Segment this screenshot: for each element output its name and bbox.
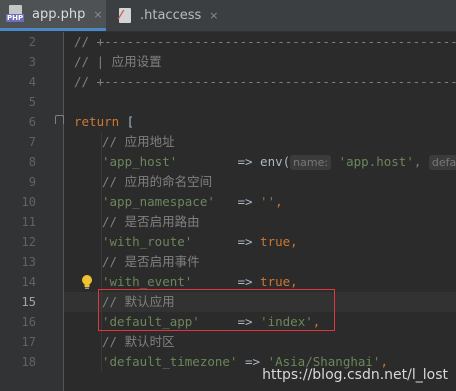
line-number: 6 <box>28 115 36 129</box>
code-line: // +------------------------------------… <box>74 34 456 49</box>
line-number: 9 <box>28 175 36 189</box>
line-number: 2 <box>28 35 36 49</box>
highlight-box <box>98 289 335 331</box>
line-number: 5 <box>28 95 36 109</box>
line-number: 3 <box>28 55 36 69</box>
parameter-hint: defau <box>428 155 456 170</box>
code-line: 'app_namespace' => '', <box>102 194 283 209</box>
line-number: 13 <box>21 255 36 269</box>
php-file-icon: PHP <box>6 5 26 23</box>
line-number: 4 <box>28 75 36 89</box>
tab-label: app.php <box>32 6 86 22</box>
fold-marker-icon[interactable] <box>55 115 64 124</box>
parameter-hint: name: <box>290 155 332 170</box>
line-number: 11 <box>21 215 36 229</box>
code-line: // +------------------------------------… <box>74 74 456 89</box>
line-number: 14 <box>21 275 36 289</box>
close-icon[interactable]: × <box>209 9 218 22</box>
code-line: // 应用的命名空间 <box>102 174 213 189</box>
code-line: 'app_host' => env(name: 'app.host', defa… <box>102 152 456 172</box>
editor-tab-bar: PHP app.php × ⁄ .htaccess × <box>0 0 456 32</box>
tab-htaccess[interactable]: ⁄ .htaccess × <box>108 0 220 31</box>
line-number-gutter[interactable]: 2 3 4 5 6 7 8 9 10 11 12 13 14 15 16 17 … <box>0 32 64 391</box>
line-number: 12 <box>21 235 36 249</box>
tab-app-php[interactable]: PHP app.php × <box>0 0 106 31</box>
tab-label: .htaccess <box>140 8 202 23</box>
line-number: 8 <box>28 155 36 169</box>
line-number: 7 <box>28 135 36 149</box>
line-number: 18 <box>21 355 36 369</box>
htaccess-file-icon: ⁄ <box>118 7 134 24</box>
code-line: // 是否启用路由 <box>102 214 200 229</box>
watermark: https://blog.csdn.net/l_lost <box>262 367 448 383</box>
code-line: // 应用地址 <box>102 134 175 149</box>
line-number: 10 <box>21 195 36 209</box>
code-line: // | 应用设置 <box>74 54 162 69</box>
lightbulb-icon[interactable] <box>80 274 94 290</box>
line-number-current: 15 <box>21 295 36 309</box>
code-editor[interactable]: // +------------------------------------… <box>64 32 456 391</box>
code-line: return [ <box>74 114 135 129</box>
code-line: // 是否启用事件 <box>102 254 200 269</box>
line-number: 16 <box>21 315 36 329</box>
code-line: // 默认时区 <box>102 334 175 349</box>
close-icon[interactable]: × <box>93 8 102 21</box>
code-line: 'with_route' => true, <box>102 234 298 249</box>
line-number: 17 <box>21 335 36 349</box>
